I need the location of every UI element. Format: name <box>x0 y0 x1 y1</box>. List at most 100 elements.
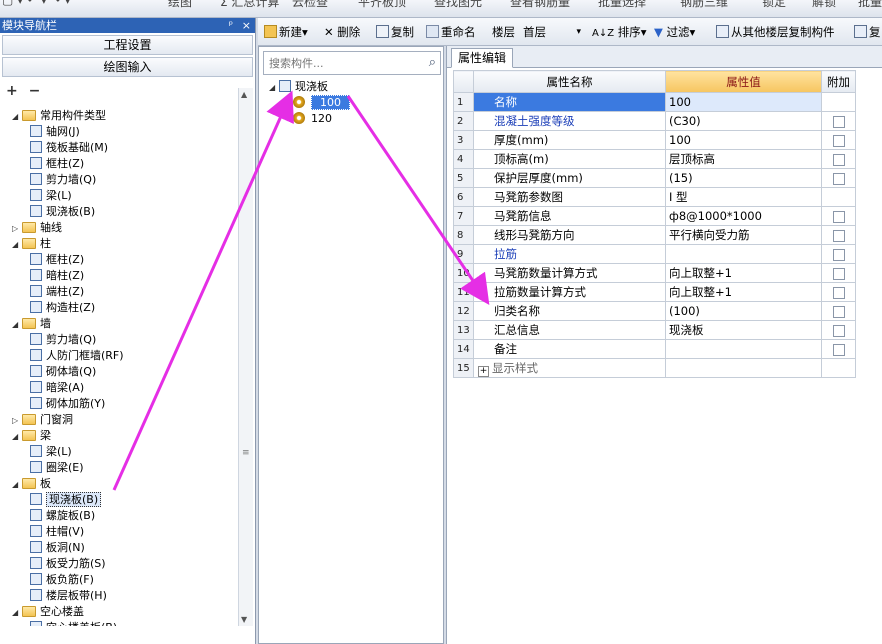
property-value[interactable]: 平行横向受力筋 <box>665 225 822 245</box>
floor-select[interactable]: 首层 ▾ <box>522 22 582 41</box>
tree-item[interactable]: 暗柱(Z) <box>30 268 84 284</box>
tree-item[interactable]: 剪力墙(Q) <box>30 332 96 348</box>
add-checkbox[interactable] <box>832 248 845 261</box>
scroll-grip-icon[interactable]: ≡ <box>242 448 250 458</box>
tree-item[interactable]: 楼层板带(H) <box>30 588 107 604</box>
tree-item[interactable]: 人防门框墙(RF) <box>30 348 124 364</box>
tree-folder[interactable]: ▷ 轴线 <box>12 220 62 236</box>
add-checkbox[interactable] <box>832 305 845 318</box>
search-input[interactable] <box>267 53 417 73</box>
close-icon[interactable]: × <box>242 18 251 33</box>
rename-button[interactable]: 重命名 <box>426 24 476 40</box>
component-item-100[interactable]: 100 <box>293 95 350 111</box>
filter-button[interactable]: ▼ 过滤▾ <box>654 24 695 40</box>
expand-icon[interactable]: ▷ <box>12 221 22 237</box>
property-value[interactable]: (100) <box>665 301 822 321</box>
property-row[interactable]: 12 归类名称 (100) <box>453 301 856 321</box>
add-checkbox[interactable] <box>832 210 845 223</box>
collapse-icon[interactable]: ◢ <box>12 429 22 445</box>
tree-scrollbar[interactable]: ▲ ≡ ▼ <box>238 88 253 626</box>
tree-item[interactable]: 板洞(N) <box>30 540 85 556</box>
tree-item[interactable]: 螺旋板(B) <box>30 508 95 524</box>
property-value[interactable]: 100 <box>665 92 822 112</box>
tree-folder[interactable]: ◢ 常用构件类型 <box>12 108 106 124</box>
new-button[interactable]: 新建▾ <box>264 24 308 40</box>
tree-item[interactable]: 砌体墙(Q) <box>30 364 96 380</box>
tree-item[interactable]: 砌体加筋(Y) <box>30 396 105 412</box>
tree-folder[interactable]: ◢ 墙 <box>12 316 51 332</box>
add-checkbox[interactable] <box>832 229 845 242</box>
summary-calc-button[interactable]: Σ 汇总计算 <box>220 0 279 10</box>
add-checkbox[interactable] <box>832 324 845 337</box>
property-row[interactable]: 2 混凝土强度等级 (C30) <box>453 111 856 131</box>
tree-item[interactable]: 板受力筋(S) <box>30 556 106 572</box>
property-row[interactable]: 1 名称 100 <box>453 92 856 112</box>
tree-item[interactable]: 空心楼盖板(B) <box>30 620 117 626</box>
property-row[interactable]: 4 顶标高(m) 层顶标高 <box>453 149 856 169</box>
expand-icon[interactable]: ▷ <box>12 413 22 429</box>
collapse-icon[interactable]: ◢ <box>269 80 279 96</box>
property-value[interactable] <box>665 339 822 359</box>
collapse-icon[interactable]: ◢ <box>12 605 22 621</box>
scroll-up-icon[interactable]: ▲ <box>241 90 247 99</box>
tree-item[interactable]: 现浇板(B) <box>30 492 102 508</box>
tree-item[interactable]: 构造柱(Z) <box>30 300 95 316</box>
copy-to-floor-button[interactable]: 复 <box>854 24 881 40</box>
property-row[interactable]: 14 备注 <box>453 339 856 359</box>
toolbar-icons-left[interactable]: ▢ ▾ ↶ ▾ ↷ ▾ <box>2 0 71 7</box>
copy-from-floor-button[interactable]: 从其他楼层复制构件 <box>716 24 835 40</box>
property-row[interactable]: 3 厚度(mm) 100 <box>453 130 856 150</box>
component-item-120[interactable]: 120 <box>293 111 332 127</box>
property-row[interactable]: 5 保护层厚度(mm) (15) <box>453 168 856 188</box>
tree-item[interactable]: 筏板基础(M) <box>30 140 108 156</box>
property-value[interactable]: (C30) <box>665 111 822 131</box>
collapse-icon[interactable]: ◢ <box>12 109 22 125</box>
tree-item[interactable]: 梁(L) <box>30 188 72 204</box>
scroll-down-icon[interactable]: ▼ <box>241 615 247 624</box>
view-rebar-button[interactable]: 查看钢筋量 <box>510 0 570 10</box>
add-checkbox[interactable] <box>832 134 845 147</box>
tree-item[interactable]: 框柱(Z) <box>30 252 84 268</box>
project-settings-button[interactable]: 工程设置 <box>2 35 253 55</box>
tree-folder[interactable]: ◢ 柱 <box>12 236 51 252</box>
batch-button[interactable]: 批量 <box>858 0 882 10</box>
tab-property-edit[interactable]: 属性编辑 <box>451 48 514 68</box>
property-value[interactable]: ф8@1000*1000 <box>665 206 822 226</box>
batch-select-button[interactable]: 批量选择 <box>598 0 646 10</box>
property-value[interactable] <box>665 244 822 264</box>
property-value[interactable] <box>665 358 822 378</box>
add-checkbox[interactable] <box>832 153 845 166</box>
align-top-button[interactable]: 平齐板顶 <box>358 0 406 10</box>
property-row[interactable]: 8 线形马凳筋方向 平行横向受力筋 <box>453 225 856 245</box>
rebar-3d-button[interactable]: 钢筋三维 <box>680 0 728 10</box>
lock-button[interactable]: 锁定 <box>762 0 786 10</box>
delete-button[interactable]: ✕ 删除 <box>324 24 360 40</box>
tree-folder[interactable]: ◢ 梁 <box>12 428 51 444</box>
property-row[interactable]: 15 + 显示样式 <box>453 358 856 378</box>
tree-item[interactable]: 端柱(Z) <box>30 284 84 300</box>
collapse-icon[interactable]: ◢ <box>12 237 22 253</box>
find-element-button[interactable]: 查找图元 <box>434 0 482 10</box>
collapse-icon[interactable]: ◢ <box>12 317 22 333</box>
add-checkbox[interactable] <box>832 172 845 185</box>
dropdown-arrow-icon[interactable]: ▾ <box>576 23 581 41</box>
tree-item[interactable]: 框柱(Z) <box>30 156 84 172</box>
unlock-button[interactable]: 解锁 <box>812 0 836 10</box>
property-row[interactable]: 13 汇总信息 现浇板 <box>453 320 856 340</box>
tree-item[interactable]: 剪力墙(Q) <box>30 172 96 188</box>
property-value[interactable]: 100 <box>665 130 822 150</box>
property-row[interactable]: 7 马凳筋信息 ф8@1000*1000 <box>453 206 856 226</box>
copy-button[interactable]: 复制 <box>376 24 414 40</box>
tree-folder[interactable]: ◢ 板 <box>12 476 51 492</box>
add-checkbox[interactable] <box>832 343 845 356</box>
tree-item[interactable]: 梁(L) <box>30 444 72 460</box>
pin-icon[interactable]: ᵖ <box>229 18 233 33</box>
tree-item[interactable]: 圈梁(E) <box>30 460 84 476</box>
property-row[interactable]: 11 拉筋数量计算方式 向上取整+1 <box>453 282 856 302</box>
property-row[interactable]: 10 马凳筋数量计算方式 向上取整+1 <box>453 263 856 283</box>
draw-button[interactable]: 绘图 <box>168 0 192 10</box>
property-row[interactable]: 6 马凳筋参数图 I 型 <box>453 187 856 207</box>
tree-item[interactable]: 轴网(J) <box>30 124 80 140</box>
tree-item[interactable]: 板负筋(F) <box>30 572 94 588</box>
drawing-input-button[interactable]: 绘图输入 <box>2 57 253 77</box>
